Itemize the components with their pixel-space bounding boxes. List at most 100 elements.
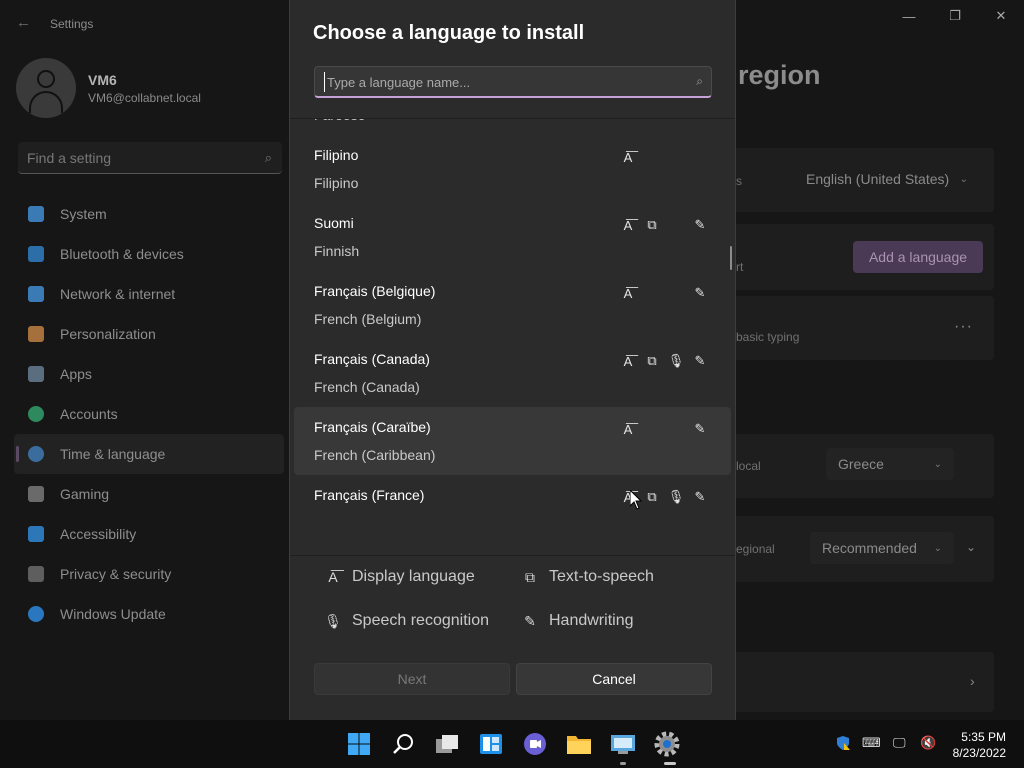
network-icon [28, 286, 44, 302]
file-explorer-button[interactable] [565, 730, 593, 758]
language-list-item[interactable]: Filipino Filipino A͞ [294, 135, 731, 203]
regional-format-dropdown[interactable]: Recommended ⌄ [810, 532, 954, 564]
next-button[interactable]: Next [314, 663, 510, 695]
language-search-input[interactable] [324, 72, 674, 92]
language-english-name: Faroese [314, 119, 365, 123]
add-language-button[interactable]: Add a language [853, 241, 983, 273]
language-list-item[interactable]: FøroysktFaroese [294, 119, 731, 135]
accounts-icon [28, 406, 44, 422]
display-language-icon: A͞ [328, 569, 338, 585]
sidebar-item-personalization[interactable]: Personalization [14, 314, 284, 354]
sidebar-item-system[interactable]: System [14, 194, 284, 234]
handwriting-icon: ✎ [694, 217, 706, 232]
legend-label: Handwriting [549, 612, 634, 629]
gear-icon [654, 731, 680, 757]
language-list-item[interactable]: Suomi Finnish A͞ ⧉ ✎ [294, 203, 731, 271]
microphone-icon: 🎙 [667, 489, 685, 504]
find-setting-input[interactable]: Find a setting ⌕ [18, 142, 282, 174]
language-search-box[interactable]: ⌕ [314, 66, 712, 98]
language-english-name: French (Belgium) [314, 311, 422, 327]
volume-muted-icon[interactable]: 🔇 [920, 735, 936, 751]
language-list-item[interactable]: Français (Canada) French (Canada) A͞ ⧉ 🎙 ✎ [294, 339, 731, 407]
language-list-item[interactable]: Français (France) A͞ ⧉ 🎙 ✎ [294, 475, 731, 543]
settings-taskbar-button[interactable] [653, 730, 681, 758]
back-button[interactable]: ← [16, 14, 31, 31]
avatar-head-shape [37, 70, 55, 88]
display-language-icon: A͞ [623, 217, 633, 233]
sidebar-item-accounts[interactable]: Accounts [14, 394, 284, 434]
sidebar-item-label: Windows Update [60, 606, 166, 622]
apps-icon [28, 366, 44, 382]
remote-desktop-button[interactable] [609, 730, 637, 758]
close-button[interactable]: ✕ [978, 0, 1024, 32]
country-dropdown[interactable]: Greece ⌄ [826, 448, 954, 480]
legend-label: Text-to-speech [549, 568, 654, 585]
language-list[interactable]: FøroysktFaroese Filipino Filipino A͞ Suomi Fi… [290, 119, 735, 555]
sidebar-item-time-language[interactable]: Time & language [14, 434, 284, 474]
sidebar-item-label: Apps [60, 366, 92, 382]
list-scrollbar[interactable] [730, 246, 732, 270]
avatar-body-shape [29, 91, 63, 113]
regional-format-value: Recommended [822, 540, 917, 556]
legend-label: Speech recognition [352, 612, 489, 629]
text-to-speech-icon: ⧉ [647, 353, 657, 368]
folder-icon [567, 736, 591, 754]
sidebar-item-accessibility[interactable]: Accessibility [14, 514, 284, 554]
sidebar-item-label: System [60, 206, 107, 222]
window-controls: — ❐ ✕ [886, 0, 1024, 32]
widgets-icon [480, 734, 502, 754]
task-view-icon [436, 735, 458, 753]
task-view-button[interactable] [433, 730, 461, 758]
sidebar-item-label: Privacy & security [60, 566, 172, 582]
legend-handwriting: ✎ Handwriting [521, 612, 633, 630]
language-list-item[interactable]: Français (Belgique) French (Belgium) A͞ ✎ [294, 271, 731, 339]
teams-chat-button[interactable] [521, 730, 549, 758]
start-button[interactable] [345, 730, 373, 758]
keyboard-icon[interactable]: ⌨ [862, 735, 881, 751]
active-indicator [664, 762, 676, 765]
chevron-down-icon: ⌄ [933, 542, 942, 554]
app-title: Settings [50, 17, 94, 31]
sidebar-item-network-internet[interactable]: Network & internet [14, 274, 284, 314]
clock[interactable]: 5:35 PM 8/23/2022 [953, 729, 1006, 761]
search-icon: ⌕ [696, 74, 703, 88]
handwriting-icon: ✎ [694, 285, 706, 300]
network-icon[interactable]: 🖵 [893, 735, 906, 751]
display-language-icon: A͞ [623, 149, 633, 165]
language-list-item[interactable]: Français (Caraïbe) French (Caribbean) A͞ ✎ [294, 407, 731, 475]
language-english-name: French (Canada) [314, 379, 420, 395]
sidebar-item-label: Time & language [60, 446, 166, 462]
display-language-dropdown[interactable]: English (United States) ⌄ [794, 163, 980, 195]
more-options-button[interactable]: ··· [954, 318, 973, 336]
minimize-button[interactable]: — [886, 0, 932, 32]
profile-name: VM6 [88, 71, 117, 88]
related-setting-card[interactable] [736, 652, 994, 712]
page-title: region [738, 60, 821, 90]
microphone-icon: 🎙 [324, 612, 342, 629]
user-profile[interactable]: VM6 VM6@collabnet.local [16, 58, 201, 118]
handwriting-icon: ✎ [694, 421, 706, 436]
card-label: local [736, 459, 761, 473]
sidebar-item-gaming[interactable]: Gaming [14, 474, 284, 514]
sidebar-item-bluetooth-devices[interactable]: Bluetooth & devices [14, 234, 284, 274]
windows-logo-icon [348, 733, 370, 755]
sidebar-item-windows-update[interactable]: Windows Update [14, 594, 284, 634]
choose-language-dialog: Choose a language to install ⌕ FøroysktF… [289, 0, 736, 720]
language-native-name: Français (Caraïbe) [314, 419, 431, 435]
cancel-button[interactable]: Cancel [516, 663, 712, 695]
sidebar-nav: System Bluetooth & devices Network & inter… [14, 194, 284, 634]
security-warning-icon[interactable] [835, 735, 851, 754]
sidebar-item-privacy-security[interactable]: Privacy & security [14, 554, 284, 594]
time-language-icon [28, 446, 44, 462]
expand-chevron-icon[interactable]: ⌄ [966, 540, 976, 554]
chevron-down-icon: ⌄ [959, 173, 968, 185]
display-language-icon: A͞ [623, 353, 633, 369]
search-taskbar-button[interactable] [389, 730, 417, 758]
dialog-title: Choose a language to install [313, 22, 585, 44]
chevron-right-icon: › [970, 673, 975, 689]
maximize-button[interactable]: ❐ [932, 0, 978, 32]
widgets-button[interactable] [477, 730, 505, 758]
legend-speech-recognition: 🎙 Speech recognition [324, 612, 489, 630]
sidebar-item-apps[interactable]: Apps [14, 354, 284, 394]
search-icon: ⌕ [264, 150, 272, 165]
